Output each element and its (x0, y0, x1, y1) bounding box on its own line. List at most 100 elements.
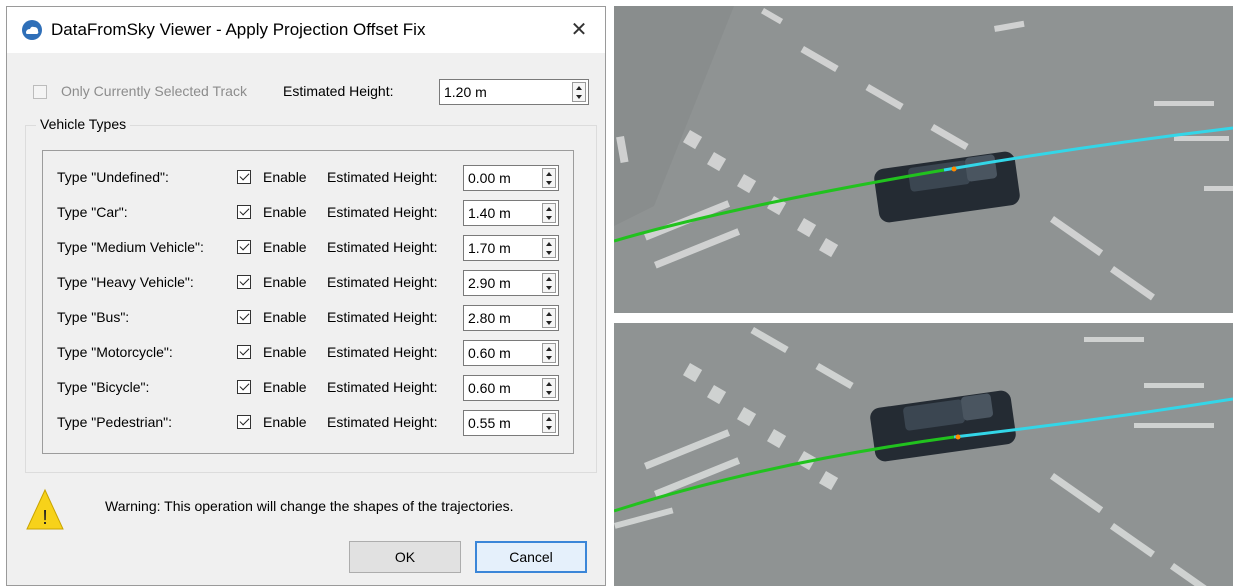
vehicle-type-label: Type "Bicycle": (57, 379, 150, 395)
vehicle-type-label: Type "Pedestrian": (57, 414, 173, 430)
spin-up-icon[interactable] (543, 169, 555, 178)
spin-up-icon[interactable] (543, 414, 555, 423)
enable-label: Enable (263, 274, 307, 290)
spin-arrows[interactable] (542, 308, 556, 328)
estimated-height-label: Estimated Height: (327, 344, 438, 360)
spin-arrows[interactable] (542, 343, 556, 363)
enable-checkbox[interactable] (237, 310, 251, 324)
vehicle-row-car: Type "Car": Enable Estimated Height: 1.4… (43, 200, 573, 226)
only-selected-track-checkbox[interactable] (33, 85, 47, 99)
enable-checkbox[interactable] (237, 170, 251, 184)
height-spinbox[interactable]: 2.80 m (463, 305, 559, 331)
spin-down-icon[interactable] (543, 353, 555, 362)
spin-up-icon[interactable] (543, 379, 555, 388)
estimated-height-spinbox[interactable]: 1.20 m (439, 79, 589, 105)
enable-checkbox[interactable] (237, 205, 251, 219)
height-spinbox[interactable]: 0.60 m (463, 375, 559, 401)
estimated-height-label: Estimated Height: (327, 379, 438, 395)
height-value: 1.70 m (468, 240, 511, 256)
spin-up-icon[interactable] (543, 309, 555, 318)
svg-text:!: ! (42, 507, 48, 529)
enable-label: Enable (263, 344, 307, 360)
vehicle-row-bus: Type "Bus": Enable Estimated Height: 2.8… (43, 305, 573, 331)
enable-label: Enable (263, 309, 307, 325)
ok-button[interactable]: OK (349, 541, 461, 573)
spin-arrows[interactable] (542, 238, 556, 258)
height-spinbox[interactable]: 1.70 m (463, 235, 559, 261)
height-value: 0.60 m (468, 345, 511, 361)
enable-label: Enable (263, 414, 307, 430)
estimated-height-label: Estimated Height: (327, 274, 438, 290)
enable-checkbox[interactable] (237, 345, 251, 359)
only-selected-track-label: Only Currently Selected Track (61, 83, 247, 99)
height-spinbox[interactable]: 0.00 m (463, 165, 559, 191)
estimated-height-label: Estimated Height: (327, 239, 438, 255)
projection-offset-dialog: DataFromSky Viewer - Apply Projection Of… (6, 6, 606, 586)
enable-label: Enable (263, 379, 307, 395)
cloud-icon (21, 19, 43, 41)
vehicle-type-label: Type "Car": (57, 204, 128, 220)
estimated-height-label: Estimated Height: (327, 414, 438, 430)
title-bar: DataFromSky Viewer - Apply Projection Of… (7, 7, 605, 53)
spin-up-icon[interactable] (543, 344, 555, 353)
vehicle-row-heavy-vehicle: Type "Heavy Vehicle": Enable Estimated H… (43, 270, 573, 296)
spin-arrows[interactable] (542, 203, 556, 223)
spin-up-icon[interactable] (543, 204, 555, 213)
aerial-image-before (614, 6, 1233, 313)
enable-label: Enable (263, 169, 307, 185)
spin-arrows[interactable] (542, 413, 556, 433)
enable-checkbox[interactable] (237, 275, 251, 289)
spin-down-icon[interactable] (543, 318, 555, 327)
height-value: 0.00 m (468, 170, 511, 186)
spin-down-icon[interactable] (543, 283, 555, 292)
vehicle-type-label: Type "Bus": (57, 309, 130, 325)
spin-down-icon[interactable] (543, 248, 555, 257)
spin-arrows[interactable] (542, 378, 556, 398)
height-value: 0.60 m (468, 380, 511, 396)
spin-up-icon[interactable] (573, 83, 585, 92)
cancel-button[interactable]: Cancel (475, 541, 587, 573)
vehicle-row-bicycle: Type "Bicycle": Enable Estimated Height:… (43, 375, 573, 401)
height-value: 1.40 m (468, 205, 511, 221)
height-value: 0.55 m (468, 415, 511, 431)
estimated-height-label: Estimated Height: (327, 169, 438, 185)
enable-checkbox[interactable] (237, 240, 251, 254)
enable-checkbox[interactable] (237, 380, 251, 394)
close-icon[interactable]: ✕ (561, 11, 597, 47)
aerial-image-after (614, 323, 1233, 586)
spin-up-icon[interactable] (543, 239, 555, 248)
vehicle-row-medium-vehicle: Type "Medium Vehicle": Enable Estimated … (43, 235, 573, 261)
vehicle-types-group: Vehicle Types Type "Undefined": Enable E… (25, 116, 597, 473)
height-spinbox[interactable]: 0.55 m (463, 410, 559, 436)
estimated-height-label: Estimated Height: (327, 204, 438, 220)
height-spinbox[interactable]: 2.90 m (463, 270, 559, 296)
vehicle-types-title: Vehicle Types (36, 116, 131, 132)
estimated-height-label: Estimated Height: (327, 309, 438, 325)
vehicle-row-undefined: Type "Undefined": Enable Estimated Heigh… (43, 165, 573, 191)
spin-arrows[interactable] (542, 168, 556, 188)
spin-down-icon[interactable] (543, 178, 555, 187)
vehicle-type-label: Type "Heavy Vehicle": (57, 274, 194, 290)
spin-down-icon[interactable] (543, 423, 555, 432)
spin-arrows[interactable] (542, 273, 556, 293)
vehicle-type-label: Type "Motorcycle": (57, 344, 173, 360)
height-spinbox[interactable]: 0.60 m (463, 340, 559, 366)
spin-arrows[interactable] (572, 82, 586, 102)
vehicle-row-motorcycle: Type "Motorcycle": Enable Estimated Heig… (43, 340, 573, 366)
enable-label: Enable (263, 204, 307, 220)
enable-checkbox[interactable] (237, 415, 251, 429)
dialog-title: DataFromSky Viewer - Apply Projection Of… (51, 20, 426, 39)
estimated-height-value: 1.20 m (444, 84, 487, 100)
spin-down-icon[interactable] (543, 213, 555, 222)
vehicle-type-label: Type "Undefined": (57, 169, 169, 185)
spin-up-icon[interactable] (543, 274, 555, 283)
height-spinbox[interactable]: 1.40 m (463, 200, 559, 226)
warning-text: Warning: This operation will change the … (105, 498, 514, 514)
vehicle-types-list: Type "Undefined": Enable Estimated Heigh… (42, 150, 574, 454)
spin-down-icon[interactable] (543, 388, 555, 397)
spin-down-icon[interactable] (573, 92, 585, 101)
global-options-row: Only Currently Selected Track Estimated … (27, 79, 599, 105)
vehicle-type-label: Type "Medium Vehicle": (57, 239, 204, 255)
height-value: 2.90 m (468, 275, 511, 291)
vehicle-row-pedestrian: Type "Pedestrian": Enable Estimated Heig… (43, 410, 573, 436)
